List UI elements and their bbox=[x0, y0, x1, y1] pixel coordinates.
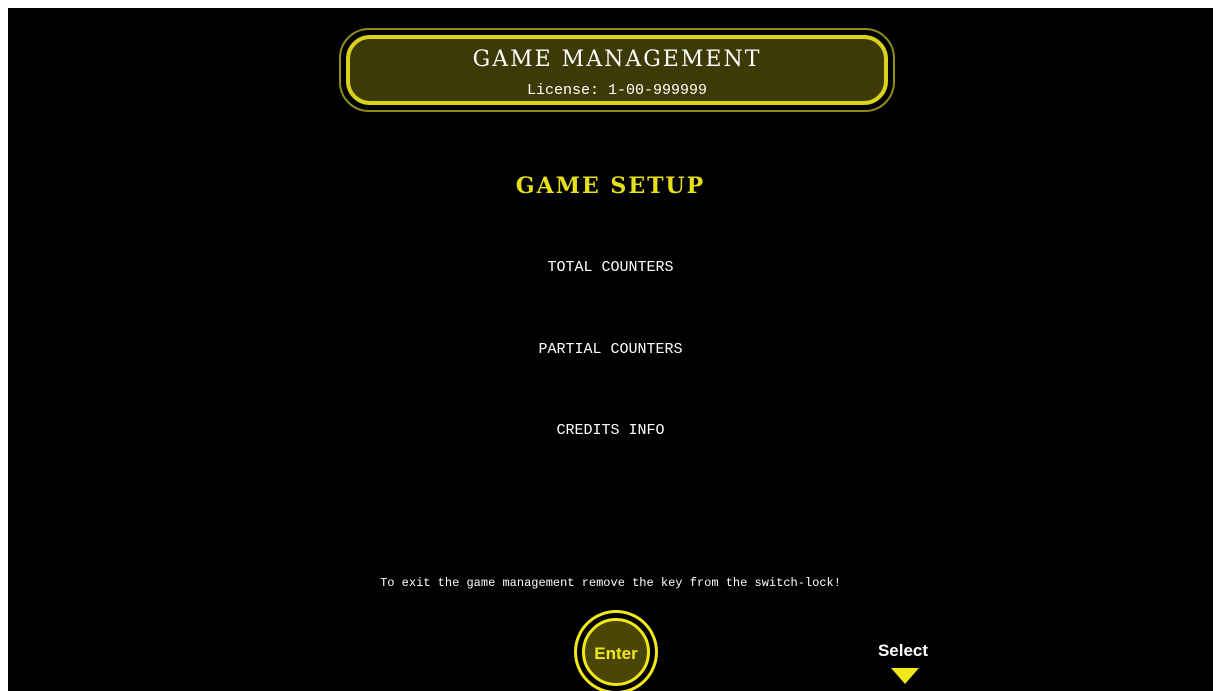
enter-button-ring: Enter bbox=[582, 618, 650, 686]
menu-item-partial-counters[interactable]: PARTIAL COUNTERS bbox=[8, 341, 1213, 358]
menu-item-credits-info[interactable]: CREDITS INFO bbox=[8, 422, 1213, 439]
header-panel: GAME MANAGEMENT License: 1-00-999999 bbox=[339, 28, 895, 112]
select-button-label: Select bbox=[877, 641, 929, 660]
game-management-screen: GAME MANAGEMENT License: 1-00-999999 GAM… bbox=[8, 8, 1213, 691]
select-button[interactable]: Select bbox=[868, 638, 938, 691]
enter-button[interactable]: Enter bbox=[574, 610, 658, 691]
header-title: GAME MANAGEMENT bbox=[472, 47, 762, 72]
header-panel-inner: GAME MANAGEMENT License: 1-00-999999 bbox=[346, 35, 888, 105]
exit-instruction: To exit the game management remove the k… bbox=[380, 576, 841, 590]
license-text: License: 1-00-999999 bbox=[526, 82, 708, 99]
menu-item-total-counters[interactable]: TOTAL COUNTERS bbox=[8, 259, 1213, 276]
triangle-down-icon bbox=[891, 668, 919, 684]
enter-button-label: Enter bbox=[594, 644, 638, 663]
section-title: GAME SETUP bbox=[515, 173, 706, 199]
